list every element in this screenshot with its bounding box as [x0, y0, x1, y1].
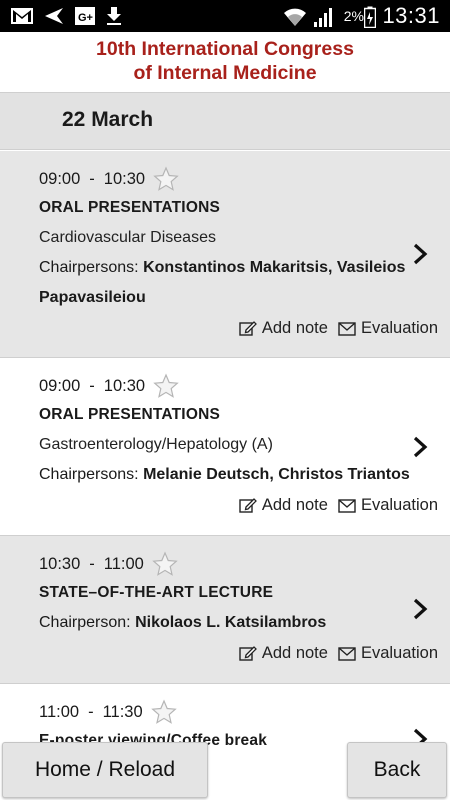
session-item[interactable]: 10:30 - 11:00 STATE–OF-THE-ART LECTURE C… [0, 536, 450, 684]
star-icon[interactable] [152, 551, 178, 577]
back-button[interactable]: Back [347, 742, 447, 798]
chairperson: Chairperson: Nikolaos L. Katsilambros [39, 608, 430, 638]
start-time: 11:00 [39, 702, 80, 721]
star-icon[interactable] [153, 373, 179, 399]
session-time: 10:30 - 11:00 [39, 551, 178, 577]
send-icon [45, 8, 63, 24]
session-topic: Cardiovascular Diseases [39, 229, 216, 246]
add-note-button[interactable]: Add note [239, 496, 328, 515]
session-time: 11:00 - 11:30 [39, 699, 177, 725]
start-time: 10:30 [39, 554, 81, 573]
evaluation-button[interactable]: Evaluation [338, 319, 438, 338]
start-time: 09:00 [39, 169, 81, 188]
chairpersons: Chairpersons: Konstantinos Makaritsis, V… [39, 253, 430, 313]
session-item[interactable]: 09:00 - 10:30 ORAL PRESENTATIONS Cardiov… [0, 151, 450, 358]
edit-icon [239, 498, 257, 513]
chair-label: Chairpersons: [39, 466, 139, 483]
evaluation-label: Evaluation [360, 319, 438, 337]
download-icon [107, 7, 121, 25]
day-label: 22 March [62, 108, 154, 131]
session-item[interactable]: 09:00 - 10:30 ORAL PRESENTATIONS Gastroe… [0, 358, 450, 536]
home-reload-button[interactable]: Home / Reload [2, 742, 208, 798]
time-separator: - [89, 376, 95, 395]
start-time: 09:00 [39, 376, 81, 395]
edit-icon [239, 646, 257, 661]
session-topic: Gastroenterology/Hepatology (A) [39, 436, 273, 453]
time-separator: - [89, 554, 95, 573]
session-time: 09:00 - 10:30 [39, 373, 179, 399]
gmail-icon [11, 8, 33, 24]
svg-text:G+: G+ [78, 12, 93, 24]
status-bar: G+ 2% 13:31 [0, 0, 450, 32]
time-separator: - [89, 169, 95, 188]
chair-names: Nikolaos L. Katsilambros [135, 614, 327, 631]
chairpersons: Chairpersons: Melanie Deutsch, Christos … [39, 460, 430, 490]
end-time: 11:00 [103, 554, 144, 573]
session-actions: Add note Evaluation [229, 496, 438, 515]
time-separator: - [88, 702, 94, 721]
battery-percent: 2% [343, 8, 364, 24]
session-title: STATE–OF-THE-ART LECTURE [39, 584, 274, 601]
end-time: 10:30 [103, 376, 146, 395]
edit-icon [239, 321, 257, 336]
clock: 13:31 [382, 3, 440, 28]
battery-icon [364, 6, 376, 28]
chair-names: Melanie Deutsch, Christos Triantos [143, 466, 410, 483]
chair-label: Chairperson: [39, 614, 131, 631]
add-note-label: Add note [261, 319, 328, 337]
chevron-right-icon[interactable] [412, 598, 428, 620]
add-note-button[interactable]: Add note [239, 319, 328, 338]
title-line-1: 10th International Congress [96, 38, 354, 60]
envelope-icon [338, 321, 356, 336]
chair-label: Chairpersons: [39, 259, 139, 276]
session-title: ORAL PRESENTATIONS [39, 406, 221, 423]
end-time: 10:30 [103, 169, 146, 188]
evaluation-label: Evaluation [360, 644, 438, 662]
chevron-right-icon[interactable] [412, 243, 428, 265]
envelope-icon [338, 498, 356, 513]
envelope-icon [338, 646, 356, 661]
wifi-icon [284, 8, 306, 26]
session-actions: Add note Evaluation [229, 319, 438, 338]
end-time: 11:30 [102, 702, 143, 721]
chevron-right-icon[interactable] [412, 436, 428, 458]
evaluation-label: Evaluation [360, 496, 438, 514]
signal-icon [314, 8, 332, 27]
session-title: ORAL PRESENTATIONS [39, 199, 221, 216]
star-icon[interactable] [153, 166, 179, 192]
session-time: 09:00 - 10:30 [39, 166, 179, 192]
title-line-2: of Internal Medicine [133, 62, 317, 84]
add-note-label: Add note [261, 496, 328, 514]
evaluation-button[interactable]: Evaluation [338, 644, 438, 663]
app-title: 10th International Congress of Internal … [0, 32, 450, 92]
add-note-label: Add note [261, 644, 328, 662]
star-icon[interactable] [150, 699, 177, 725]
google-plus-icon: G+ [75, 7, 95, 25]
evaluation-button[interactable]: Evaluation [338, 496, 438, 515]
day-header: 22 March [0, 92, 450, 150]
add-note-button[interactable]: Add note [239, 644, 328, 663]
session-actions: Add note Evaluation [229, 644, 438, 663]
